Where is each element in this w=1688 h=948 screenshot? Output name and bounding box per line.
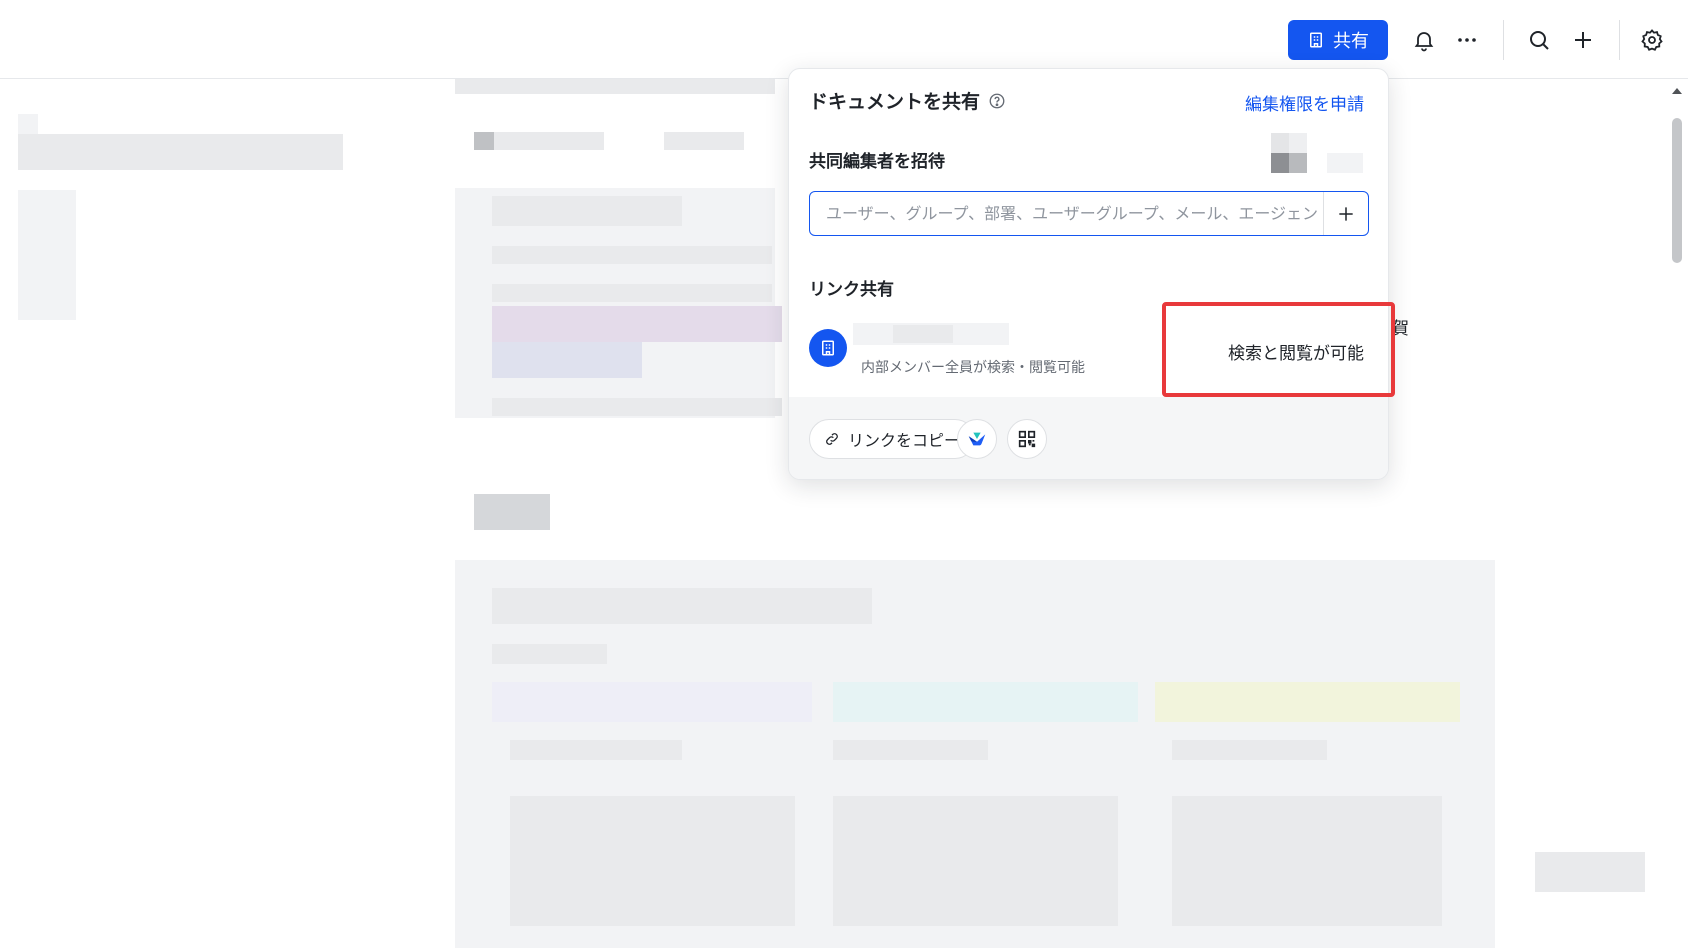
add-icon[interactable] xyxy=(1567,24,1599,56)
share-document-popover: ドキュメントを共有 編集権限を申請 共同編集者を招待 リンク共有 xyxy=(788,68,1389,480)
toolbar-divider xyxy=(1619,20,1620,60)
invite-search-box xyxy=(809,191,1369,236)
link-sharing-label: リンク共有 xyxy=(809,280,894,300)
link-permission-dropdown[interactable]: 検索と閲覧が可能 xyxy=(1228,339,1364,364)
link-sharing-description: 内部メンバー全員が検索・閲覧可能 xyxy=(861,360,1085,376)
help-icon[interactable] xyxy=(988,92,1006,110)
request-edit-permission-link[interactable]: 編集権限を申請 xyxy=(1245,90,1364,115)
organization-name-blurred xyxy=(853,323,1009,345)
invite-search-input[interactable] xyxy=(810,192,1323,235)
popover-title-text: ドキュメントを共有 xyxy=(809,91,981,113)
app-logo-icon xyxy=(968,432,986,446)
share-to-app-button[interactable] xyxy=(957,419,997,459)
copy-link-button[interactable]: リンクをコピー xyxy=(809,419,976,459)
popover-footer: リンクをコピー xyxy=(789,397,1388,479)
background-text-fragment: 賀 xyxy=(1392,319,1409,339)
app-window: 共有 賀 ドキュメントを共有 編集権限を申請 共同編集者を招待 ユーザー、グルー… xyxy=(0,0,1688,948)
building-icon xyxy=(1310,32,1322,48)
search-icon[interactable] xyxy=(1523,24,1555,56)
link-icon xyxy=(826,433,838,445)
plus-icon xyxy=(1339,206,1353,221)
popover-title: ドキュメントを共有 xyxy=(809,87,1006,114)
invite-collaborators-label: 共同編集者を招待 xyxy=(809,152,945,172)
qr-code-icon xyxy=(1018,430,1036,448)
notification-bell-icon[interactable] xyxy=(1408,24,1440,56)
more-options-icon[interactable] xyxy=(1451,24,1483,56)
copy-link-label: リンクをコピー xyxy=(848,431,961,450)
scroll-up-arrow-icon[interactable] xyxy=(1670,84,1684,98)
toolbar-divider xyxy=(1503,20,1504,60)
settings-gear-icon[interactable] xyxy=(1636,24,1668,56)
qr-code-button[interactable] xyxy=(1007,419,1047,459)
add-collaborator-button[interactable] xyxy=(1323,192,1368,235)
share-button[interactable]: 共有 xyxy=(1288,20,1388,60)
organization-icon xyxy=(809,329,847,367)
share-button-label: 共有 xyxy=(1333,31,1369,52)
collaborator-avatars xyxy=(1271,133,1363,173)
scrollbar-thumb[interactable] xyxy=(1672,118,1682,263)
